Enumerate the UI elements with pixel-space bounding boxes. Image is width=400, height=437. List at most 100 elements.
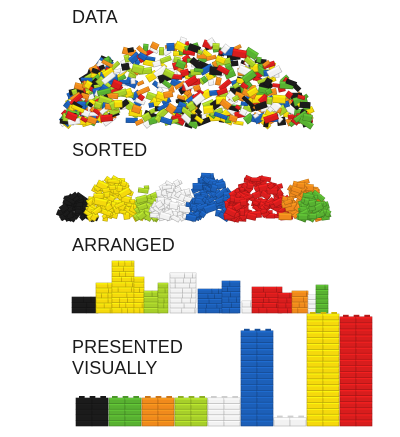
arranged-brick [111, 276, 122, 283]
presented-bar-blue [240, 328, 274, 427]
presented-brick [339, 389, 357, 396]
lego-illustration [55, 36, 373, 427]
presented-brick [174, 420, 192, 427]
presented-bar-white [273, 415, 307, 427]
arranged-brick [287, 307, 293, 314]
arranged-brick [192, 272, 197, 279]
arranged-brick [169, 277, 176, 284]
presented-brick [322, 366, 340, 374]
arranged-brick [208, 298, 223, 304]
brick-stud [298, 415, 304, 418]
data-brick [302, 113, 313, 123]
presented-brick [322, 419, 340, 427]
arranged-brick [108, 287, 113, 294]
presented-brick [256, 360, 274, 367]
arranged-brick [262, 302, 277, 309]
arranged-brick [258, 307, 268, 314]
presented-brick [322, 325, 340, 332]
presented-bar-orange [141, 396, 175, 427]
data-brick [256, 56, 262, 64]
data-brick [207, 79, 215, 86]
presented-brick [207, 420, 225, 427]
presented-brick [322, 319, 340, 327]
presented-brick [157, 397, 175, 404]
data-brick [202, 105, 214, 114]
presented-brick [339, 316, 357, 324]
presented-brick [339, 340, 357, 348]
presented-brick [306, 413, 324, 421]
arranged-brick [71, 307, 87, 314]
presented-brick [207, 397, 225, 404]
presented-brick [256, 378, 274, 385]
presented-brick [355, 413, 373, 421]
presented-brick [339, 328, 357, 336]
arranged-brick [95, 302, 105, 309]
arranged-brick [221, 302, 232, 308]
arranged-brick [315, 284, 326, 290]
brick-stud [79, 396, 85, 398]
arranged-brick [143, 307, 159, 314]
sorted-brick [307, 199, 317, 208]
presented-brick [240, 389, 258, 397]
arranged-brick [111, 291, 128, 298]
arranged-brick [291, 301, 300, 308]
presented-brick [339, 401, 357, 409]
presented-brick [339, 383, 357, 390]
presented-brick [223, 397, 241, 404]
arranged-brick [124, 260, 133, 267]
data-brick [100, 114, 114, 123]
presented-brick [240, 419, 258, 427]
sorted-brick [266, 187, 278, 195]
presented-brick [306, 354, 324, 362]
presented-brick [355, 419, 373, 427]
arranged-brick [157, 287, 166, 294]
arranged-brick [111, 281, 127, 288]
presented-brick [355, 322, 373, 330]
presented-brick [256, 348, 274, 355]
presented-brick [339, 358, 357, 366]
arranged-brick [133, 307, 141, 314]
presented-brick [339, 371, 357, 378]
arranged-brick [169, 292, 184, 299]
arranged-brick [229, 307, 241, 314]
presented-brick [91, 408, 109, 416]
arranged-brick [169, 287, 183, 294]
arranged-brick [164, 287, 169, 294]
brick-stud [199, 396, 205, 398]
sorted-brick [246, 182, 255, 190]
arranged-brick [206, 303, 218, 309]
presented-brick [306, 378, 324, 386]
presented-brick [355, 340, 373, 348]
presented-brick [256, 389, 274, 397]
brick-stud [122, 396, 129, 398]
arranged-brick [151, 290, 158, 297]
data-brick [212, 42, 220, 50]
arranged-brick [207, 293, 215, 299]
sorted-brick [137, 187, 149, 194]
arranged-brick [183, 302, 197, 309]
arranged-brick [197, 293, 209, 299]
arranged-brick [191, 292, 197, 299]
presented-brick [223, 414, 241, 421]
arranged-brick [111, 297, 121, 303]
presented-brick [322, 378, 340, 386]
arranged-brick [123, 265, 135, 272]
presented-brick [240, 354, 258, 361]
sorted-brick [308, 213, 317, 220]
arranged-brick [101, 292, 109, 299]
presented-brick [306, 372, 324, 380]
data-brick [148, 102, 155, 108]
arranged-brick [133, 286, 140, 293]
presented-brick [355, 407, 373, 415]
arranged-brick [121, 276, 132, 283]
presented-brick [306, 402, 324, 409]
presented-bar-lime [174, 396, 208, 427]
presented-brick [174, 414, 192, 421]
arranged-brick [119, 271, 127, 277]
presented-brick [141, 403, 159, 410]
presented-brick [240, 342, 258, 349]
presented-brick [75, 397, 93, 404]
arranged-brick [157, 297, 165, 304]
presented-brick [322, 408, 340, 415]
arranged-brick [230, 291, 241, 298]
